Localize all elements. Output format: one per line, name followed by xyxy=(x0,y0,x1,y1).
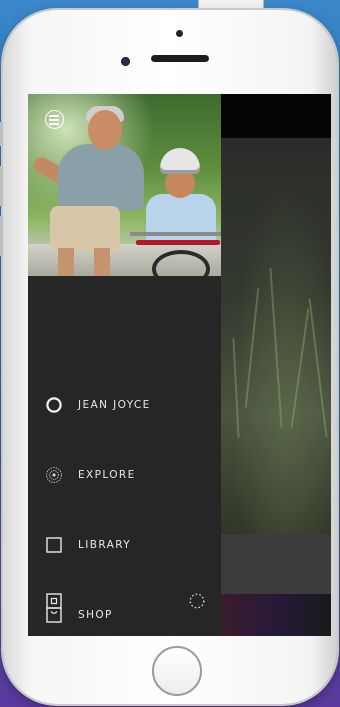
menu-item-label: JEAN JOYCE xyxy=(78,399,151,411)
phone-device-frame: JEAN JOYCE EXPLORE LIBRARY SHOP xyxy=(0,10,337,704)
explore-target-icon xyxy=(45,466,63,484)
content-card xyxy=(221,534,331,594)
menu-circle-icon[interactable] xyxy=(45,110,64,129)
menu-item-label: EXPLORE xyxy=(78,469,136,481)
profile-circle-icon xyxy=(45,396,63,414)
menu-item-label: SHOP xyxy=(78,609,113,621)
background-content[interactable] xyxy=(221,94,331,636)
mute-switch xyxy=(0,122,3,146)
menu-item-library[interactable]: LIBRARY xyxy=(28,528,221,562)
settings-square-icon[interactable] xyxy=(45,592,63,610)
menu-item-explore[interactable]: EXPLORE xyxy=(28,458,221,492)
volume-down-button xyxy=(0,216,3,256)
home-button[interactable] xyxy=(152,646,202,696)
grass-photo xyxy=(221,138,331,534)
loading-dotted-circle-icon[interactable] xyxy=(188,592,206,610)
phone-screen: JEAN JOYCE EXPLORE LIBRARY SHOP xyxy=(28,94,331,636)
menu-item-label: LIBRARY xyxy=(78,539,132,551)
proximity-sensor xyxy=(176,30,183,37)
navigation-drawer: JEAN JOYCE EXPLORE LIBRARY SHOP xyxy=(28,94,221,636)
front-camera xyxy=(121,57,130,66)
menu-item-profile[interactable]: JEAN JOYCE xyxy=(28,388,221,422)
volume-up-button xyxy=(0,166,3,206)
library-square-icon xyxy=(45,536,63,554)
earpiece-speaker xyxy=(151,55,209,62)
content-strip xyxy=(221,594,331,636)
